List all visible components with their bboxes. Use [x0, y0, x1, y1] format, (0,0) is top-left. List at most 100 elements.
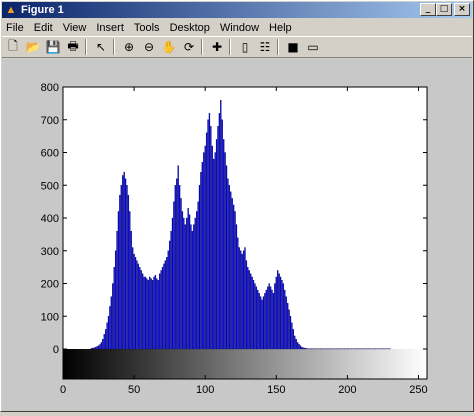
histogram-bar: [289, 310, 290, 349]
menu-insert[interactable]: Insert: [91, 22, 129, 34]
hide-plot-tools-icon[interactable]: ■: [284, 38, 302, 56]
histogram-bar: [277, 270, 278, 349]
histogram-bar: [246, 261, 247, 349]
histogram-bar: [233, 205, 234, 349]
menu-desktop[interactable]: Desktop: [165, 22, 215, 34]
histogram-bar: [122, 175, 123, 349]
histogram-bar: [296, 339, 297, 349]
histogram-bar: [181, 198, 182, 349]
histogram-bar: [172, 218, 173, 349]
save-icon[interactable]: 💾: [44, 38, 62, 56]
histogram-bar: [121, 185, 122, 349]
histogram-bar: [256, 287, 257, 349]
histogram-bar: [165, 261, 166, 349]
y-tick-label: 800: [41, 82, 59, 94]
histogram-bar: [209, 113, 210, 349]
figure-canvas[interactable]: 0100200300400500600700800050100150200250: [2, 59, 472, 411]
histogram-bar: [290, 316, 291, 349]
histogram-bar: [152, 280, 153, 349]
y-tick-label: 300: [41, 246, 59, 258]
histogram-bar: [269, 284, 270, 350]
histogram-bar: [168, 251, 169, 349]
histogram-bar: [162, 267, 163, 349]
histogram-bar: [266, 290, 267, 349]
histogram-bar: [107, 323, 108, 349]
histogram-bar: [217, 126, 218, 349]
histogram-bar: [112, 284, 113, 350]
histogram-bar: [138, 264, 139, 349]
histogram-bar: [200, 172, 201, 349]
histogram-bar: [208, 120, 209, 349]
toolbar-separator: [85, 39, 87, 55]
new-figure-icon[interactable]: 🗋: [4, 38, 22, 56]
histogram-bar: [272, 290, 273, 349]
y-tick-label: 200: [41, 279, 59, 291]
histogram-bar: [299, 344, 300, 349]
menu-window[interactable]: Window: [215, 22, 264, 34]
menu-tools[interactable]: Tools: [129, 22, 165, 34]
data-cursor-icon[interactable]: ✚: [208, 38, 226, 56]
histogram-bar: [203, 153, 204, 350]
title-bar[interactable]: ▲ Figure 1 _ □ ×: [2, 2, 472, 18]
histogram-bar: [185, 225, 186, 349]
histogram-bar: [114, 267, 115, 349]
histogram-bar: [128, 195, 129, 349]
histogram-bar: [306, 348, 307, 349]
menu-view[interactable]: View: [58, 22, 92, 34]
histogram-bar: [245, 247, 246, 349]
histogram-bar: [186, 218, 187, 349]
histogram-bar: [280, 277, 281, 349]
histogram-bar: [126, 185, 127, 349]
histogram-bar: [260, 297, 261, 349]
open-file-icon[interactable]: 📂: [24, 38, 42, 56]
histogram-bar: [247, 267, 248, 349]
menu-help[interactable]: Help: [264, 22, 297, 34]
histogram-bar: [210, 126, 211, 349]
histogram-bar: [163, 264, 164, 349]
colorbar-icon[interactable]: ▯: [236, 38, 254, 56]
histogram-bar: [108, 316, 109, 349]
legend-icon[interactable]: ☷: [256, 38, 274, 56]
menu-edit[interactable]: Edit: [29, 22, 58, 34]
zoom-in-icon[interactable]: ⊕: [120, 38, 138, 56]
edit-plot-arrow-icon[interactable]: ↖: [92, 38, 110, 56]
maximize-button[interactable]: □: [436, 3, 452, 16]
y-tick-label: 0: [53, 344, 59, 356]
histogram-bar: [156, 279, 157, 349]
histogram-bar: [199, 185, 200, 349]
histogram-bar: [95, 347, 96, 349]
histogram-bar: [227, 179, 228, 349]
rotate-3d-icon[interactable]: ⟳: [180, 38, 198, 56]
print-icon[interactable]: 🖶: [64, 38, 82, 56]
histogram-bar: [159, 274, 160, 349]
histogram-bar: [158, 280, 159, 349]
minimize-button[interactable]: _: [420, 3, 436, 16]
zoom-out-icon[interactable]: ⊖: [140, 38, 158, 56]
histogram-bar: [293, 329, 294, 349]
histogram-bar: [136, 261, 137, 349]
histogram-bar: [267, 287, 268, 349]
histogram-bar: [92, 348, 93, 349]
histogram-bar: [94, 348, 95, 349]
x-tick-label: 150: [267, 384, 285, 396]
figure-window: ▲ Figure 1 _ □ × FileEditViewInsertTools…: [0, 0, 474, 412]
histogram-bar: [220, 100, 221, 349]
histogram-bar: [294, 336, 295, 349]
pan-hand-icon[interactable]: ✋: [160, 38, 178, 56]
histogram-bar: [129, 211, 130, 349]
close-button[interactable]: ×: [454, 3, 470, 16]
menu-file[interactable]: File: [2, 22, 29, 34]
show-plot-tools-icon[interactable]: ▭: [304, 38, 322, 56]
histogram-bar: [205, 146, 206, 349]
toolbar-separator: [277, 39, 279, 55]
histogram-bar: [229, 185, 230, 349]
histogram-bar: [169, 241, 170, 349]
histogram-bar: [219, 113, 220, 349]
histogram-bar: [303, 348, 304, 349]
histogram-bar: [98, 346, 99, 349]
histogram-bar: [102, 339, 103, 349]
histogram-chart[interactable]: 0100200300400500600700800050100150200250: [2, 59, 472, 411]
x-tick-label: 250: [409, 384, 427, 396]
x-tick-label: 0: [60, 384, 66, 396]
histogram-bar: [99, 344, 100, 349]
